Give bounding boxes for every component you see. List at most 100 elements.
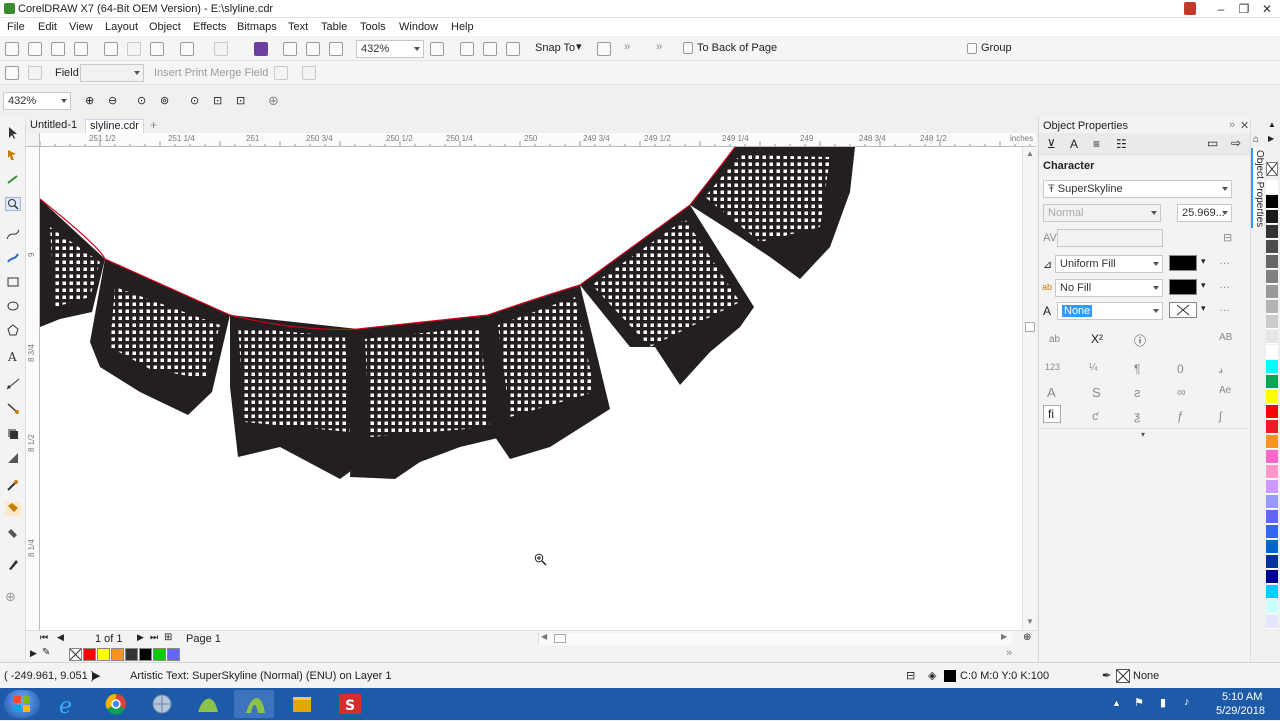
palette-color-swatch[interactable] [1266, 585, 1278, 599]
palette-color-swatch[interactable] [1266, 465, 1278, 479]
fractions-icon[interactable]: ¼ [1089, 362, 1097, 373]
palette-color-swatch[interactable] [1266, 390, 1278, 404]
palette-color-swatch[interactable] [1266, 270, 1278, 284]
palette-color-swatch[interactable] [1266, 360, 1278, 374]
full-screen-icon[interactable] [430, 42, 444, 56]
interactive-fill-icon[interactable] [5, 502, 21, 516]
page-tab[interactable]: Page 1 [186, 633, 221, 645]
create-merge-icon[interactable] [5, 66, 19, 80]
color-swatch[interactable] [111, 648, 124, 661]
pick-tool-icon[interactable] [5, 126, 21, 140]
outline-pen-icon[interactable] [5, 557, 21, 571]
docker-expand-icon[interactable]: » [1229, 119, 1235, 131]
menu-view[interactable]: View [69, 21, 93, 33]
shape-tool-icon[interactable] [5, 148, 21, 162]
palette-color-swatch[interactable] [1266, 435, 1278, 449]
palette-color-swatch[interactable] [1266, 450, 1278, 464]
font-size-combo[interactable]: 25.969... [1177, 204, 1232, 222]
skyline-building[interactable] [580, 205, 754, 385]
smart-fill-icon[interactable] [5, 527, 21, 541]
menu-table[interactable]: Table [321, 21, 347, 33]
palette-color-swatch[interactable] [1266, 285, 1278, 299]
zoom-level-combo[interactable]: 432% [3, 92, 71, 110]
color-proof-icon[interactable]: ⊟ [906, 669, 915, 682]
zoom-page-icon[interactable]: ⊙ [190, 94, 199, 107]
play-icon[interactable]: ▶ [92, 669, 100, 682]
zoom-all-icon[interactable]: ⊚ [160, 94, 169, 107]
color-eyedropper-icon[interactable] [5, 478, 21, 492]
account-icon[interactable] [1184, 2, 1196, 15]
skyline-building[interactable] [230, 315, 370, 479]
parallel-dimension-icon[interactable] [5, 377, 21, 391]
menu-effects[interactable]: Effects [193, 21, 226, 33]
crop-tool-icon[interactable] [5, 173, 21, 187]
merge-icon[interactable] [274, 66, 288, 80]
clock-date[interactable]: 5/29/2018 [1216, 705, 1265, 717]
summary-icon[interactable]: ▭ [1207, 136, 1218, 150]
corel-connect-icon[interactable]: S [330, 690, 370, 718]
background-fill-combo[interactable]: No Fill [1055, 279, 1163, 297]
publish-pdf-icon[interactable] [329, 42, 343, 56]
kerning-range-input[interactable] [1057, 229, 1163, 247]
fill-color-swatch[interactable] [1169, 255, 1197, 271]
zoom-in-icon[interactable]: ⊕ [85, 94, 94, 107]
drop-shadow-icon[interactable] [5, 427, 21, 441]
edit-merge-icon[interactable] [28, 66, 42, 80]
alternates-icon[interactable]: Ae [1219, 385, 1231, 396]
cut-icon[interactable] [104, 42, 118, 56]
docker-close-icon[interactable]: ✕ [1240, 119, 1249, 132]
horizontal-scrollbar[interactable]: ◀ ▶ [538, 632, 1012, 645]
snap-to-button[interactable]: Snap To [535, 42, 575, 54]
insert-print-merge-field-button[interactable]: Insert Print Merge Field [154, 67, 268, 79]
zoom-width-icon[interactable]: ⊡ [213, 94, 222, 107]
zoom-height-icon[interactable]: ⊡ [236, 94, 245, 107]
save-icon[interactable] [51, 42, 65, 56]
new-tab-icon[interactable]: + [150, 118, 157, 132]
palette-scroll-up-icon[interactable]: ▲ [1268, 120, 1276, 129]
scroll-down-icon[interactable]: ▼ [1026, 617, 1034, 626]
color-swatch[interactable] [167, 648, 180, 661]
palette-color-swatch[interactable] [1266, 495, 1278, 509]
transparency-tool-icon[interactable] [5, 451, 21, 465]
to-back-of-page-button[interactable]: To Back of Page [697, 42, 777, 54]
fill-type-combo[interactable]: Uniform Fill [1055, 255, 1163, 273]
start-button[interactable] [4, 690, 40, 718]
artistic-media-icon[interactable] [5, 251, 21, 265]
chevron-down-icon[interactable]: ▾ [576, 40, 582, 53]
stylistic-set-icon[interactable]: S [1092, 385, 1101, 400]
options-icon[interactable] [597, 42, 611, 56]
coreldraw-taskbar-icon[interactable] [234, 690, 274, 718]
stylistic-icon[interactable]: A [1047, 385, 1056, 400]
scroll-left-icon[interactable]: ◀ [541, 632, 547, 641]
first-page-icon[interactable]: ⏮ [40, 632, 48, 643]
menu-text[interactable]: Text [288, 21, 308, 33]
palette-color-swatch[interactable] [1266, 195, 1278, 209]
chevron-down-icon[interactable]: ▾ [1201, 280, 1206, 291]
field-combo[interactable] [80, 64, 144, 82]
undo-icon[interactable] [180, 42, 194, 56]
palette-color-swatch[interactable] [1266, 525, 1278, 539]
volume-icon[interactable]: ♪ [1184, 696, 1190, 708]
palette-color-swatch[interactable] [1266, 510, 1278, 524]
network-icon[interactable]: ▮ [1160, 696, 1166, 709]
menu-bitmaps[interactable]: Bitmaps [237, 21, 277, 33]
palette-color-swatch[interactable] [1266, 255, 1278, 269]
chevron-down-icon[interactable]: ▾ [1141, 430, 1145, 439]
palette-color-swatch[interactable] [1266, 540, 1278, 554]
paragraph-tab-icon[interactable]: ≡ [1093, 137, 1100, 151]
last-page-icon[interactable]: ⏭ [150, 632, 158, 643]
guidelines-icon[interactable] [506, 42, 520, 56]
eyedropper-icon[interactable]: ✎ [42, 647, 50, 658]
palette-color-swatch[interactable] [1266, 555, 1278, 569]
chrome-icon[interactable] [96, 690, 136, 718]
palette-color-swatch[interactable] [1266, 405, 1278, 419]
new-icon[interactable] [5, 42, 19, 56]
horizontal-ruler[interactable]: 251 1/2 251 1/4 251 250 3/4 250 1/2 250 … [40, 133, 1036, 147]
historical-icon[interactable]: ƺ [1134, 409, 1141, 423]
standard-ligatures-toggle[interactable]: ﬁ [1043, 405, 1061, 423]
add-page-icon[interactable]: ⊞ [164, 632, 172, 643]
font-list-combo[interactable]: Ŧ SuperSkyline [1043, 180, 1232, 198]
menu-tools[interactable]: Tools [360, 21, 386, 33]
grid-icon[interactable] [483, 42, 497, 56]
text-tool-icon[interactable]: A [5, 349, 21, 364]
